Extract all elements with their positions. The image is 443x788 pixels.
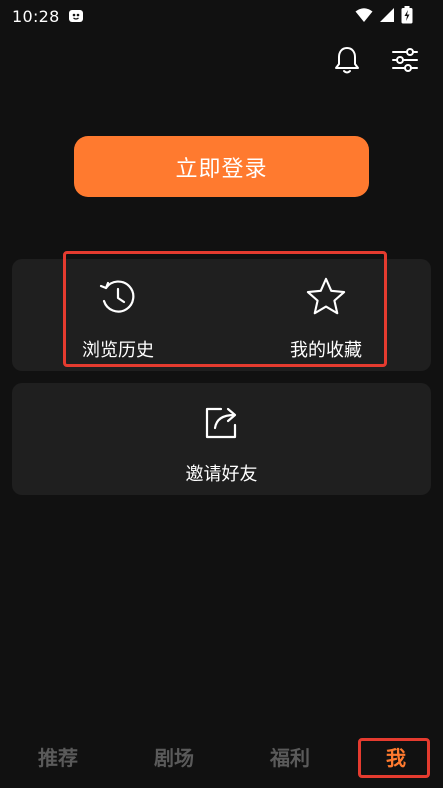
browse-history-label: 浏览历史 [82,340,154,361]
settings-sliders-icon[interactable] [389,44,421,76]
tab-theater[interactable]: 剧场 [139,742,209,771]
tab-me[interactable]: 我 [361,742,431,771]
wifi-icon [355,7,373,27]
status-bar: 10:28 [0,0,443,32]
star-icon [305,276,347,318]
share-icon [200,400,244,444]
quick-actions-card [12,259,431,371]
app-notification-icon [68,8,84,24]
top-actions [331,44,421,76]
my-favorites-button[interactable]: 我的收藏 [286,276,366,362]
browse-history-button[interactable]: 浏览历史 [78,276,158,362]
invite-friends-button[interactable]: 邀请好友 [12,400,431,486]
signal-icon [379,7,395,27]
status-icons [355,6,413,28]
status-time: 10:28 [12,6,60,26]
bell-icon[interactable] [331,44,363,76]
history-icon [97,276,139,318]
profile-screen: 10:28 立即登录 浏览历史 我的收藏 邀请好友 推荐 剧场 福利 我 [0,0,443,788]
tab-welfare[interactable]: 福利 [255,742,325,771]
tab-recommend[interactable]: 推荐 [23,742,93,771]
login-button[interactable]: 立即登录 [74,136,369,197]
invite-friends-label: 邀请好友 [185,464,258,485]
my-favorites-label: 我的收藏 [290,340,362,361]
battery-charging-icon [401,6,413,28]
